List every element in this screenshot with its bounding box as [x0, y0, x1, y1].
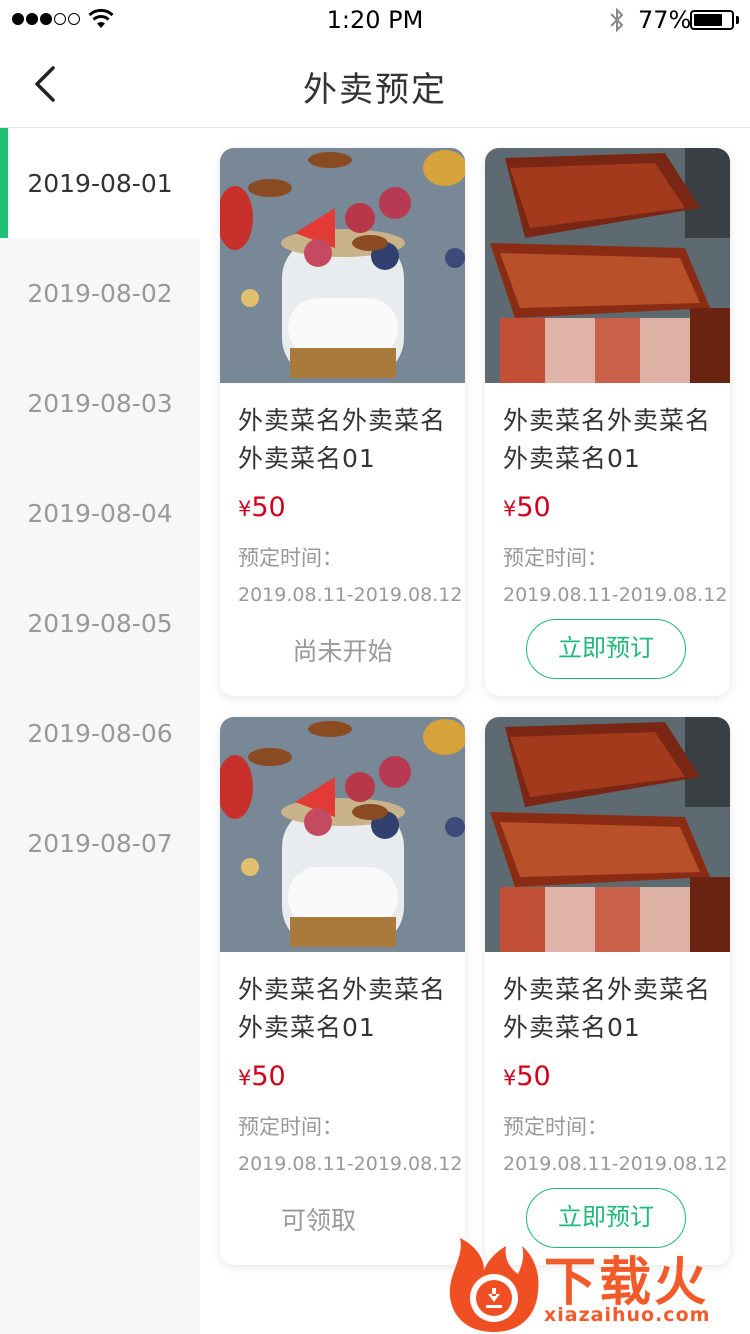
bluetooth-icon	[610, 7, 624, 33]
booking-time-range: 2019.08.11-2019.08.12	[503, 584, 728, 606]
page-title: 外卖预定	[303, 70, 447, 110]
booking-time-label: 预定时间：	[238, 546, 343, 570]
status-text: 尚未开始	[292, 637, 393, 666]
status-bar: 1:20 PM 77%	[0, 0, 750, 40]
booking-time-range: 2019.08.11-2019.08.12	[238, 1153, 463, 1175]
yogurt-parfait-image	[220, 148, 465, 383]
yogurt-parfait-image	[220, 717, 465, 952]
watermark-logo: 下载火 xiazaihuo.com	[444, 1232, 750, 1334]
food-list: 外卖菜名外卖菜名外卖菜名01 ¥50 预定时间： 2019.08.11-2019…	[200, 128, 750, 1334]
food-card[interactable]: 外卖菜名外卖菜名外卖菜名01 ¥50 预定时间： 2019.08.11-2019…	[220, 717, 465, 1265]
battery-percentage: 77%	[638, 6, 692, 34]
food-price: ¥50	[503, 492, 551, 523]
sidebar-item-date[interactable]: 2019-08-03	[0, 348, 200, 458]
bbq-ribs-image	[485, 717, 730, 952]
booking-time-label: 预定时间：	[503, 1115, 608, 1139]
bbq-ribs-image	[485, 148, 730, 383]
food-name: 外卖菜名外卖菜名外卖菜名01	[503, 406, 712, 473]
booking-time-label: 预定时间：	[238, 1115, 343, 1139]
watermark-url: xiazaihuo.com	[544, 1304, 711, 1326]
sidebar-item-date[interactable]: 2019-08-07	[0, 788, 200, 898]
sidebar-item-date[interactable]: 2019-08-01	[0, 128, 200, 238]
booking-time-label: 预定时间：	[503, 546, 608, 570]
food-name: 外卖菜名外卖菜名外卖菜名01	[503, 975, 712, 1042]
flame-logo-icon	[449, 1238, 539, 1332]
sidebar-item-date[interactable]: 2019-08-04	[0, 458, 200, 568]
food-card[interactable]: 外卖菜名外卖菜名外卖菜名01 ¥50 预定时间： 2019.08.11-2019…	[485, 717, 730, 1265]
sidebar-item-date[interactable]: 2019-08-05	[0, 568, 200, 678]
food-name: 外卖菜名外卖菜名外卖菜名01	[238, 406, 447, 473]
sidebar-item-date[interactable]: 2019-08-06	[0, 678, 200, 788]
battery-icon	[690, 10, 734, 30]
food-price: ¥50	[503, 1061, 551, 1092]
food-card[interactable]: 外卖菜名外卖菜名外卖菜名01 ¥50 预定时间： 2019.08.11-2019…	[485, 148, 730, 696]
nav-bar: 外卖预定	[0, 40, 750, 128]
food-price: ¥50	[238, 492, 286, 523]
booking-time-range: 2019.08.11-2019.08.12	[503, 1153, 728, 1175]
food-card[interactable]: 外卖菜名外卖菜名外卖菜名01 ¥50 预定时间： 2019.08.11-2019…	[220, 148, 465, 696]
status-text: 可领取	[280, 1206, 356, 1235]
date-sidebar: 2019-08-01 2019-08-02 2019-08-03 2019-08…	[0, 128, 200, 1334]
booking-time-range: 2019.08.11-2019.08.12	[238, 584, 463, 606]
food-price: ¥50	[238, 1061, 286, 1092]
book-now-button[interactable]: 立即预订	[526, 619, 686, 679]
sidebar-item-date[interactable]: 2019-08-02	[0, 238, 200, 348]
food-name: 外卖菜名外卖菜名外卖菜名01	[238, 975, 447, 1042]
